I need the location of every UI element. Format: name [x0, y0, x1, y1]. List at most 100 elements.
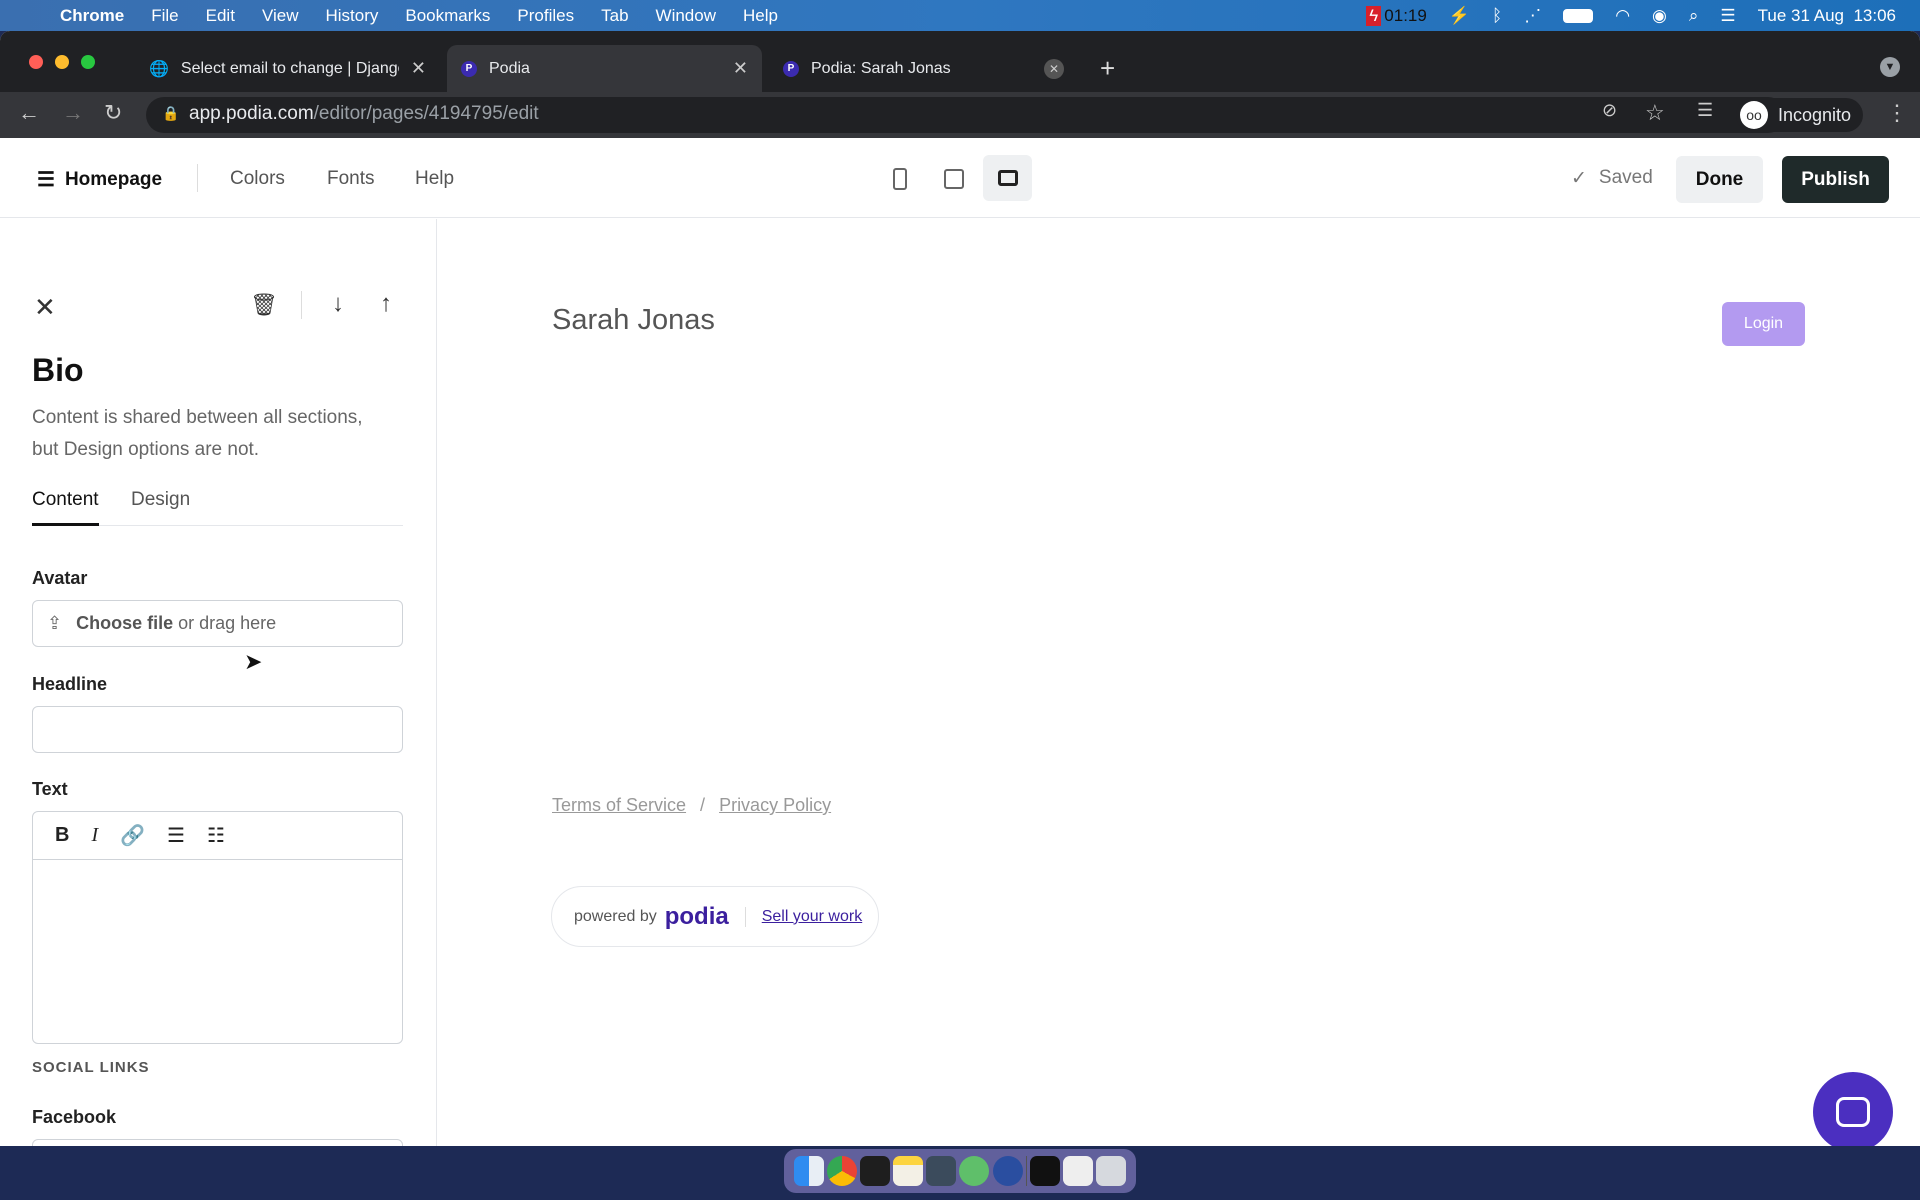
close-tab-icon[interactable]: ✕: [733, 58, 748, 79]
editor-toolbar: B I 🔗 ☰ ☷: [33, 812, 402, 860]
privacy-link[interactable]: Privacy Policy: [719, 795, 831, 816]
powered-by-badge: powered by podia Sell your work: [551, 886, 879, 947]
notes-icon[interactable]: [893, 1156, 924, 1186]
quicktime-icon[interactable]: [926, 1156, 957, 1186]
panel-description: Content is shared between all sections, b…: [32, 407, 363, 460]
login-button[interactable]: Login: [1722, 302, 1805, 346]
link-icon[interactable]: 🔗: [120, 823, 145, 848]
headline-input[interactable]: [32, 706, 403, 753]
menu-file[interactable]: File: [151, 6, 178, 26]
close-tab-icon[interactable]: ✕: [1044, 58, 1064, 79]
close-window-button[interactable]: [29, 55, 43, 69]
mobile-preview-button[interactable]: [893, 168, 907, 190]
recording-indicator[interactable]: ϟ 01:19: [1366, 5, 1427, 26]
colors-link[interactable]: Colors: [230, 168, 285, 190]
menu-window[interactable]: Window: [656, 6, 716, 26]
menu-bookmarks[interactable]: Bookmarks: [405, 6, 490, 26]
bolt-icon[interactable]: ⚡: [1449, 6, 1470, 26]
battery-icon[interactable]: [1563, 8, 1594, 23]
avatar-label: Avatar: [32, 568, 88, 588]
page-preview: Sarah Jonas Login Terms of Service / Pri…: [438, 219, 1920, 1146]
tab-design[interactable]: Design: [131, 489, 190, 511]
page-menu-button[interactable]: ☰ Homepage: [37, 167, 162, 192]
new-tab-button[interactable]: +: [1100, 53, 1115, 84]
hamburger-icon: ☰: [37, 169, 55, 191]
bookmark-star-icon[interactable]: ☆: [1645, 100, 1665, 126]
divider: [301, 291, 302, 319]
italic-icon[interactable]: I: [91, 824, 98, 847]
bold-icon[interactable]: B: [55, 824, 69, 847]
tab-search-button[interactable]: ▼: [1880, 57, 1900, 77]
terms-link[interactable]: Terms of Service: [552, 795, 686, 816]
done-button[interactable]: Done: [1676, 156, 1763, 203]
forward-icon[interactable]: →: [62, 100, 84, 126]
minimize-window-button[interactable]: [55, 55, 69, 69]
text-editor[interactable]: B I 🔗 ☰ ☷: [32, 811, 403, 1044]
editor-header: ☰ Homepage Colors Fonts Help ✓ Saved Done …: [0, 138, 1920, 218]
publish-button[interactable]: Publish: [1782, 156, 1889, 203]
atom-icon[interactable]: [959, 1156, 990, 1186]
terminal-icon[interactable]: [859, 1156, 890, 1186]
clock[interactable]: Tue 31 Aug 13:06: [1758, 6, 1896, 26]
check-icon: ✓: [1571, 168, 1587, 189]
wifi-icon[interactable]: ◠: [1615, 6, 1630, 26]
reeder-icon[interactable]: [992, 1156, 1023, 1186]
eye-off-icon[interactable]: ⊘: [1602, 100, 1617, 121]
menu-profiles[interactable]: Profiles: [517, 6, 574, 26]
tab-podia[interactable]: P Podia ✕: [447, 45, 762, 92]
incognito-profile-button[interactable]: oo Incognito: [1736, 98, 1864, 132]
tab-content[interactable]: Content: [32, 489, 99, 526]
dots-icon[interactable]: ⋰: [1524, 6, 1541, 26]
macos-menubar: Chrome File Edit View History Bookmarks …: [0, 0, 1920, 31]
sell-your-work-link[interactable]: Sell your work: [762, 908, 862, 926]
trash-icon[interactable]: [1096, 1156, 1127, 1186]
close-panel-icon[interactable]: ✕: [34, 292, 56, 323]
globe-icon: 🌐: [149, 60, 169, 78]
menu-edit[interactable]: Edit: [206, 6, 235, 26]
panel-title: Bio: [32, 352, 84, 388]
close-tab-icon[interactable]: ✕: [411, 58, 426, 79]
window-thumbnail-icon[interactable]: [1029, 1156, 1060, 1186]
move-up-icon[interactable]: ↑: [380, 290, 392, 318]
bluetooth-icon[interactable]: ᛒ: [1492, 6, 1502, 26]
control-center-icon[interactable]: ☰: [1720, 6, 1735, 26]
social-links-heading: SOCIAL LINKS: [32, 1059, 150, 1076]
spotlight-search-icon[interactable]: ⌕: [1689, 6, 1699, 26]
move-down-icon[interactable]: ↓: [332, 290, 344, 318]
tab-podia-sarah-jonas[interactable]: P Podia: Sarah Jonas ✕: [769, 45, 1078, 92]
chrome-icon[interactable]: [826, 1156, 857, 1186]
saved-status: ✓ Saved: [1571, 167, 1653, 189]
numbered-list-icon[interactable]: ☷: [207, 823, 225, 848]
fonts-link[interactable]: Fonts: [327, 168, 375, 190]
headline-label: Headline: [32, 674, 108, 694]
bulleted-list-icon[interactable]: ☰: [167, 823, 185, 848]
media-control-icon[interactable]: ☰: [1697, 100, 1713, 121]
window-thumbnail-icon[interactable]: [1063, 1156, 1094, 1186]
user-icon[interactable]: ◉: [1652, 6, 1667, 26]
menu-tab[interactable]: Tab: [601, 6, 628, 26]
macos-dock: [784, 1149, 1136, 1193]
reload-icon[interactable]: ↻: [104, 100, 122, 126]
help-link[interactable]: Help: [415, 168, 454, 190]
chat-launcher-button[interactable]: [1813, 1072, 1893, 1146]
menu-history[interactable]: History: [325, 6, 378, 26]
footer-links: Terms of Service / Privacy Policy: [552, 795, 832, 816]
podia-logo[interactable]: podia: [665, 903, 729, 931]
tab-django[interactable]: 🌐 Select email to change | Django ✕: [135, 45, 440, 92]
podia-favicon-icon: P: [461, 60, 477, 77]
avatar-file-input[interactable]: ⇪ Choose file or drag here: [32, 600, 403, 647]
facebook-input[interactable]: [32, 1139, 403, 1146]
menu-view[interactable]: View: [262, 6, 299, 26]
lock-icon: 🔒: [162, 105, 180, 121]
zoom-window-button[interactable]: [81, 55, 95, 69]
tablet-preview-button[interactable]: [944, 169, 964, 189]
url-text[interactable]: app.podia.com/editor/pages/4194795/edit: [189, 103, 539, 125]
back-icon[interactable]: ←: [18, 100, 40, 126]
menu-chrome[interactable]: Chrome: [60, 6, 124, 26]
desktop-preview-button[interactable]: [983, 155, 1032, 201]
site-name[interactable]: Sarah Jonas: [552, 304, 715, 337]
menu-help[interactable]: Help: [743, 6, 778, 26]
finder-icon[interactable]: [793, 1156, 824, 1186]
chrome-menu-icon[interactable]: ⋮: [1886, 100, 1908, 126]
delete-section-icon[interactable]: 🗑: [250, 292, 278, 318]
